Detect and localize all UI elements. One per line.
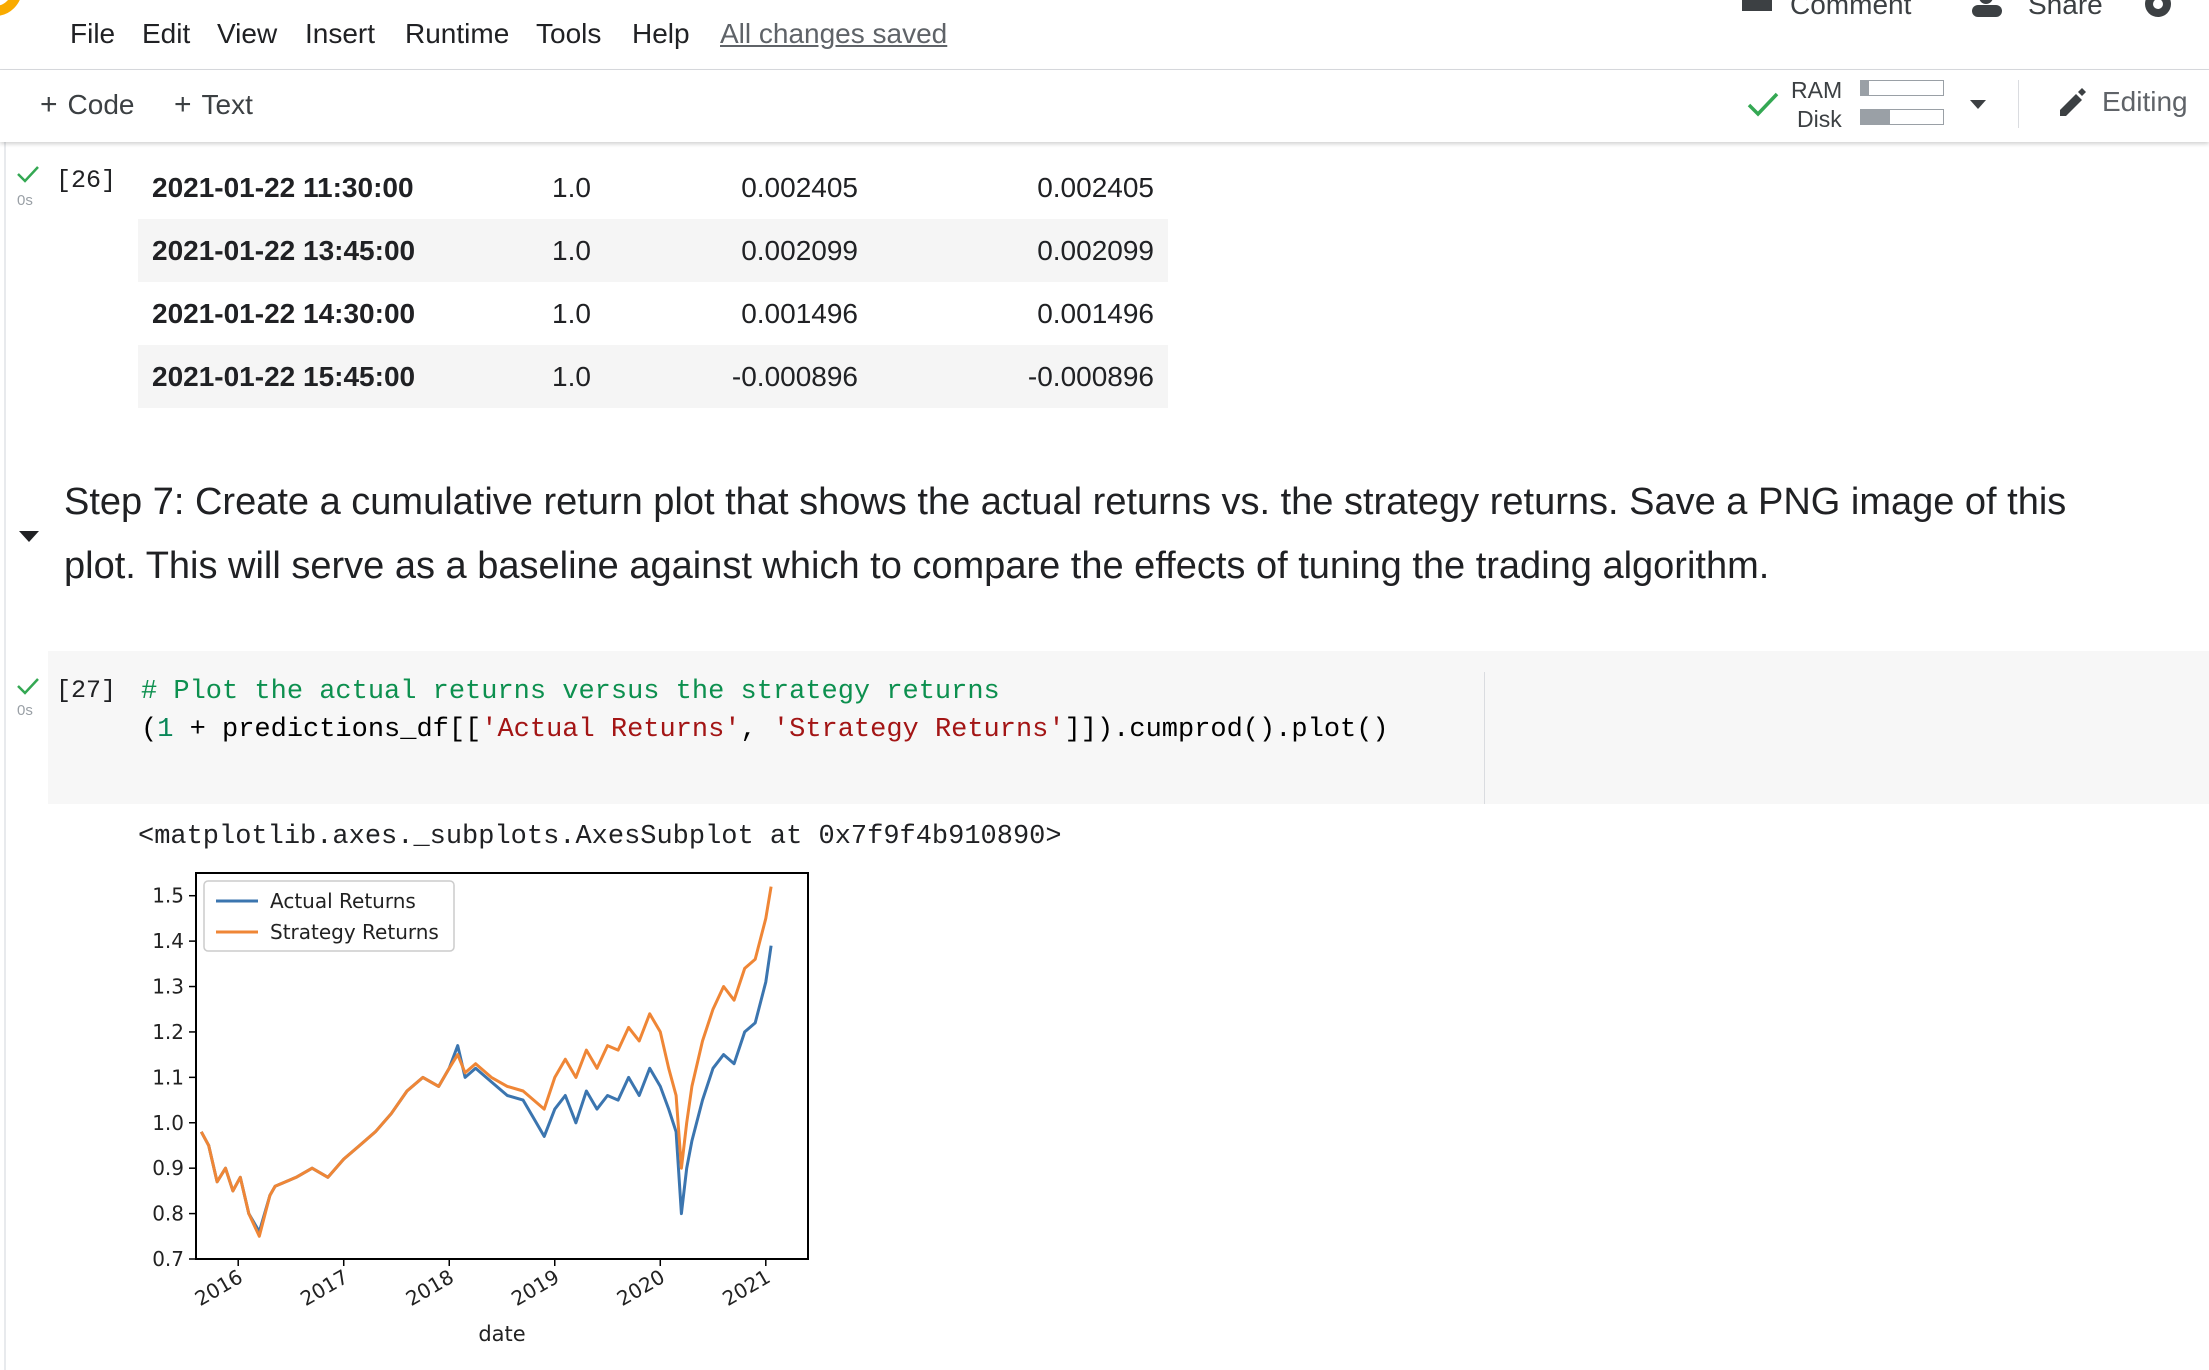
code-token: ( (141, 715, 158, 745)
table-cell: 0.002099 (741, 235, 858, 266)
share-button[interactable]: Share (1972, 0, 2103, 20)
add-code-label: Code (67, 89, 135, 120)
comment-button[interactable]: Comment (1740, 0, 1911, 20)
resources-dropdown-icon[interactable] (1968, 98, 1988, 112)
cell-run-success-icon (17, 678, 39, 695)
y-tick-label: 1.5 (152, 884, 184, 908)
ram-label: RAM (1791, 77, 1843, 103)
table-cell: 0.002405 (1037, 172, 1154, 203)
plus-icon: + (174, 88, 192, 121)
save-status-link[interactable]: All changes saved (720, 18, 947, 50)
share-label: Share (2028, 0, 2103, 20)
menu-edit[interactable]: Edit (142, 18, 190, 50)
cell-exec-time: 0s (17, 702, 33, 719)
x-tick-label: 2020 (613, 1265, 669, 1311)
table-cell-index: 2021-01-22 11:30:00 (152, 172, 414, 203)
code-token: + predictions_df[[ (173, 715, 482, 745)
share-people-icon (1972, 0, 2002, 17)
comment-icon (1742, 0, 1772, 11)
legend-label: Strategy Returns (270, 920, 439, 944)
menu-insert[interactable]: Insert (305, 18, 375, 50)
table-cell: 1.0 (552, 361, 591, 392)
x-tick-label: 2021 (718, 1265, 774, 1311)
code-token: , (740, 715, 773, 745)
cell-output-text: <matplotlib.axes._subplots.AxesSubplot a… (138, 822, 1062, 852)
x-tick-label: 2016 (191, 1265, 247, 1311)
section-collapse-icon[interactable] (18, 530, 40, 544)
cell-rail (4, 142, 6, 1370)
y-tick-label: 1.4 (152, 929, 184, 953)
code-comment: # Plot the actual returns versus the str… (141, 677, 1000, 707)
menu-runtime[interactable]: Runtime (405, 18, 509, 50)
y-tick-label: 1.3 (152, 975, 184, 999)
pencil-icon (2060, 88, 2086, 116)
y-tick-label: 1.1 (152, 1065, 184, 1089)
code-cell-divider (1484, 672, 1485, 804)
code-line: (1 + predictions_df[['Actual Returns', '… (141, 715, 1389, 745)
cell-run-success-icon (17, 166, 39, 183)
table-cell-index: 2021-01-22 13:45:00 (152, 235, 416, 266)
colab-logo-icon (0, 0, 20, 16)
markdown-text-cell[interactable]: Step 7: Create a cumulative return plot … (64, 470, 2144, 598)
table-cell: -0.000896 (1027, 361, 1154, 392)
cell-exec-count[interactable]: [27] (56, 676, 116, 705)
cell-exec-count[interactable]: [26] (56, 166, 116, 195)
table-cell: 1.0 (552, 172, 591, 203)
y-tick-label: 0.7 (152, 1247, 184, 1271)
table-cell: 1.0 (552, 298, 591, 329)
y-tick-label: 1.2 (152, 1020, 184, 1044)
table-cell: 0.002405 (741, 172, 858, 203)
comment-label: Comment (1790, 0, 1912, 20)
menu-help[interactable]: Help (632, 18, 690, 50)
x-tick-label: 2017 (296, 1265, 352, 1311)
table-cell: 0.001496 (1037, 298, 1154, 329)
cumulative-returns-chart: 0.7 0.8 0.9 1.0 1.1 1.2 1.3 1.4 1.5 2016 2017 2018 2… (152, 872, 809, 1346)
table-row: 2021-01-22 15:45:00 1.0 -0.000896 -0.000… (138, 345, 1168, 408)
x-tick-label: 2019 (507, 1265, 563, 1311)
table-cell: 0.002099 (1037, 235, 1154, 266)
x-tick-label: 2018 (402, 1265, 458, 1311)
add-text-label: Text (201, 89, 253, 120)
settings-gear-icon[interactable] (2140, 0, 2176, 22)
table-cell: -0.000896 (731, 361, 858, 392)
add-text-button[interactable]: + Text (174, 88, 253, 122)
y-tick-label: 0.8 (152, 1202, 184, 1226)
series-line-actual (199, 945, 773, 1234)
notebook-toolbar: + Code + Text RAM Disk Editing (0, 70, 2209, 142)
editing-label: Editing (2102, 86, 2188, 117)
y-tick-label: 0.9 (152, 1156, 184, 1180)
code-string: 'Actual Returns' (481, 715, 741, 745)
menu-file[interactable]: File (70, 18, 115, 50)
cell-exec-time: 0s (17, 192, 33, 209)
table-cell-index: 2021-01-22 15:45:00 (152, 361, 416, 392)
ram-usage-bar[interactable] (1860, 80, 1944, 96)
table-row: 2021-01-22 14:30:00 1.0 0.001496 0.00149… (138, 282, 1168, 345)
disk-usage-bar[interactable] (1860, 109, 1944, 125)
table-cell-index: 2021-01-22 14:30:00 (152, 298, 416, 329)
add-code-button[interactable]: + Code (40, 88, 134, 122)
disk-label: Disk (1797, 106, 1842, 132)
connected-check-icon (1747, 92, 1779, 117)
code-number: 1 (157, 715, 174, 745)
table-cell: 1.0 (552, 235, 591, 266)
plus-icon: + (40, 88, 58, 121)
menu-bar: File Edit View Insert Runtime Tools Help… (0, 0, 2209, 70)
editing-mode-button[interactable]: Editing (2056, 86, 2188, 118)
table-row: 2021-01-22 11:30:00 1.0 0.002405 0.00240… (138, 142, 1168, 205)
legend-label: Actual Returns (270, 889, 416, 913)
y-tick-label: 1.0 (152, 1111, 184, 1135)
code-token: ]]).cumprod().plot() (1064, 715, 1389, 745)
code-string: 'Strategy Returns' (772, 715, 1065, 745)
menu-tools[interactable]: Tools (536, 18, 601, 50)
menu-view[interactable]: View (217, 18, 277, 50)
x-axis-label: date (478, 1322, 525, 1346)
table-row: 2021-01-22 13:45:00 1.0 0.002099 0.00209… (138, 219, 1168, 282)
table-cell: 0.001496 (741, 298, 858, 329)
toolbar-divider (2018, 80, 2019, 128)
